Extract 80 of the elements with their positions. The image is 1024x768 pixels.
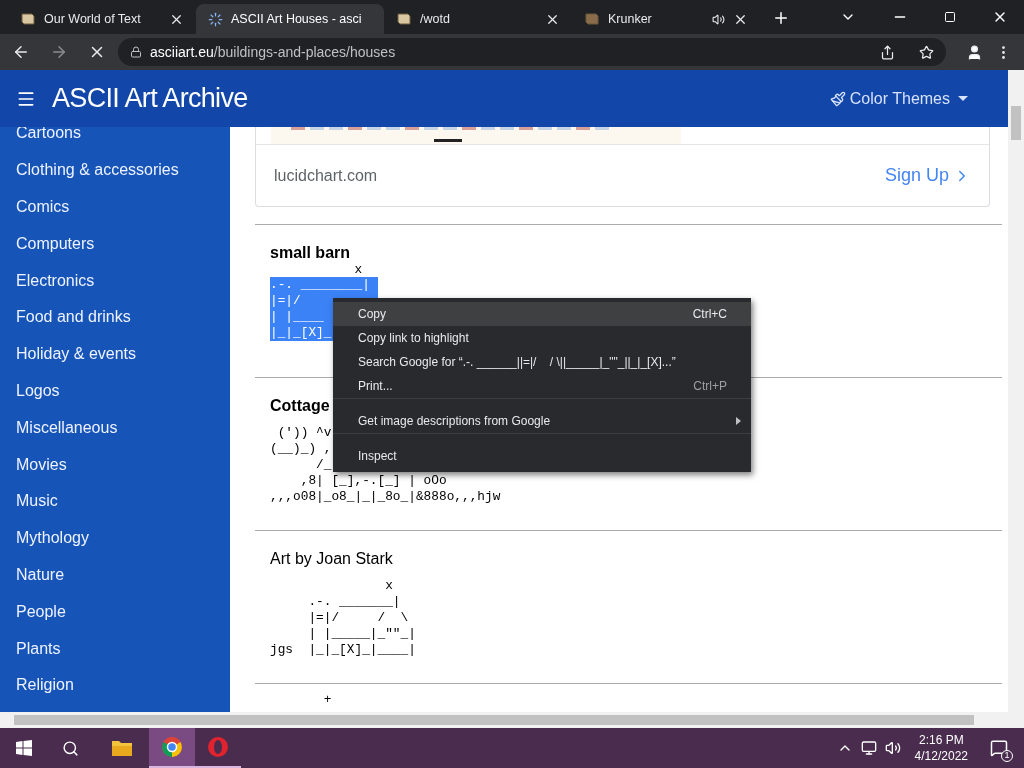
ascii-art-line: (')) ^v — [276, 425, 332, 441]
tab-title: ASCII Art Houses - asci — [231, 10, 362, 28]
sidebar-link[interactable]: Food and drinks — [16, 299, 230, 336]
paintbrush-icon — [829, 90, 846, 107]
browser-tab[interactable]: ASCII Art Houses - asci — [196, 4, 384, 34]
menu-item[interactable]: Copy Ctrl+C — [333, 302, 751, 326]
taskbar-app[interactable] — [149, 728, 195, 768]
speaker-icon[interactable] — [884, 740, 901, 756]
art-title: Cottage — [270, 396, 330, 416]
browser-tab[interactable]: /wotd — [384, 4, 572, 34]
color-themes-button[interactable]: Color Themes — [829, 86, 968, 111]
back-icon[interactable] — [12, 43, 30, 61]
sidebar-link[interactable]: Religion — [16, 666, 230, 704]
ascii-art-line: jgs |_|_[X]_|____| — [270, 642, 416, 658]
share-icon[interactable] — [880, 44, 895, 60]
sign-up-link[interactable]: Sign Up — [884, 162, 971, 189]
ascii-art: + — [322, 692, 333, 708]
new-tab-icon[interactable] — [772, 9, 790, 27]
ascii-art-line: ,,,o08|_o8_|_|_8o_|&888o,,,hjw — [270, 489, 501, 505]
site-title[interactable]: ASCII Art Archive — [52, 78, 248, 119]
ascii-art-line: (__)_) , — [270, 441, 332, 457]
ascii-art-line: | |_____|_""_| — [307, 626, 416, 642]
tab-title: /wotd — [420, 10, 450, 28]
network-icon[interactable] — [860, 740, 877, 756]
notifications-icon[interactable] — [990, 739, 1008, 757]
browser-tab[interactable]: Our World of Text — [8, 4, 196, 34]
sidebar-link[interactable]: People — [16, 593, 230, 631]
sidebar-link[interactable]: Movies — [16, 446, 230, 483]
ascii-art-line: x — [384, 578, 393, 594]
ascii-art-line: |=|/ / \ — [307, 610, 409, 626]
menu-item[interactable]: Search Google for “.-. ______||=|/ / \||_____|_""_||_|_[X]...” — [333, 350, 751, 374]
shortcut-text: Ctrl+P — [693, 378, 728, 395]
tab-title: Krunker — [608, 10, 652, 28]
windows-icon[interactable] — [16, 740, 32, 756]
menu-item[interactable]: Print... Ctrl+P — [333, 374, 751, 398]
sidebar-link[interactable]: Comics — [16, 188, 230, 226]
tab-title: Our World of Text — [44, 10, 141, 28]
sidebar-link[interactable]: Cartoons — [16, 127, 230, 152]
ascii-art-line: | |____ — [270, 309, 324, 325]
profile-icon[interactable] — [966, 43, 983, 61]
sidebar-link[interactable]: Miscellaneous — [16, 409, 230, 447]
forward-icon[interactable] — [50, 43, 68, 61]
ascii-art-line: /_ — [315, 457, 332, 473]
url-text: asciiart.eu/buildings-and-places/houses — [150, 42, 396, 62]
sidebar-link[interactable]: Plants — [16, 630, 230, 667]
shortcut-text: Ctrl+C — [692, 306, 728, 323]
menu-item[interactable]: Get image descriptions from Google — [333, 398, 751, 433]
sidebar-link[interactable]: Nature — [16, 556, 230, 594]
lock-icon — [130, 46, 142, 58]
browser-tab[interactable]: Krunker — [572, 4, 760, 34]
art-title: Art by Joan Stark — [270, 549, 393, 569]
bookmark-icon[interactable] — [919, 44, 934, 60]
ascii-art-line: |=|/ — [270, 293, 301, 309]
menu-item[interactable]: Copy link to highlight — [333, 326, 751, 350]
address-bar[interactable]: asciiart.eu/buildings-and-places/houses — [118, 38, 946, 66]
o-logo-icon — [207, 736, 229, 758]
art-title: small barn — [270, 243, 351, 263]
sidebar-link[interactable]: Clothing & accessories — [16, 151, 230, 189]
ascii-art-line: x — [353, 263, 363, 277]
scrollbar-thumb[interactable] — [14, 715, 974, 725]
restore-icon[interactable] — [944, 11, 956, 23]
ascii-art-line: |_|_[X]_ — [270, 325, 332, 341]
folder-icon[interactable] — [111, 739, 133, 757]
ascii-art-line: .-. _______| — [307, 594, 401, 610]
clock-date[interactable]: 4/12/2022 — [914, 748, 968, 764]
ascii-art-line: ,8| [_],-.[_] | oOo — [299, 473, 447, 489]
menu-item[interactable]: Inspect — [333, 433, 751, 468]
sidebar-link[interactable]: Electronics — [16, 262, 230, 299]
browser-logo-icon — [161, 736, 183, 758]
sidebar-link[interactable]: Holiday & events — [16, 335, 230, 373]
ascii-art-line: .-. ________| — [270, 277, 370, 293]
sidebar-link[interactable]: Computers — [16, 225, 230, 263]
search-icon[interactable] — [62, 739, 79, 757]
clock-time[interactable]: 2:16 PM — [918, 732, 964, 748]
sidebar-link[interactable]: Logos — [16, 372, 230, 410]
ad-domain: lucidchart.com — [274, 165, 378, 186]
notification-count: 1 — [1001, 750, 1013, 762]
sidebar-link[interactable]: Mythology — [16, 519, 230, 557]
sidebar-link[interactable]: Music — [16, 482, 230, 520]
scrollbar-thumb[interactable] — [1011, 106, 1021, 140]
